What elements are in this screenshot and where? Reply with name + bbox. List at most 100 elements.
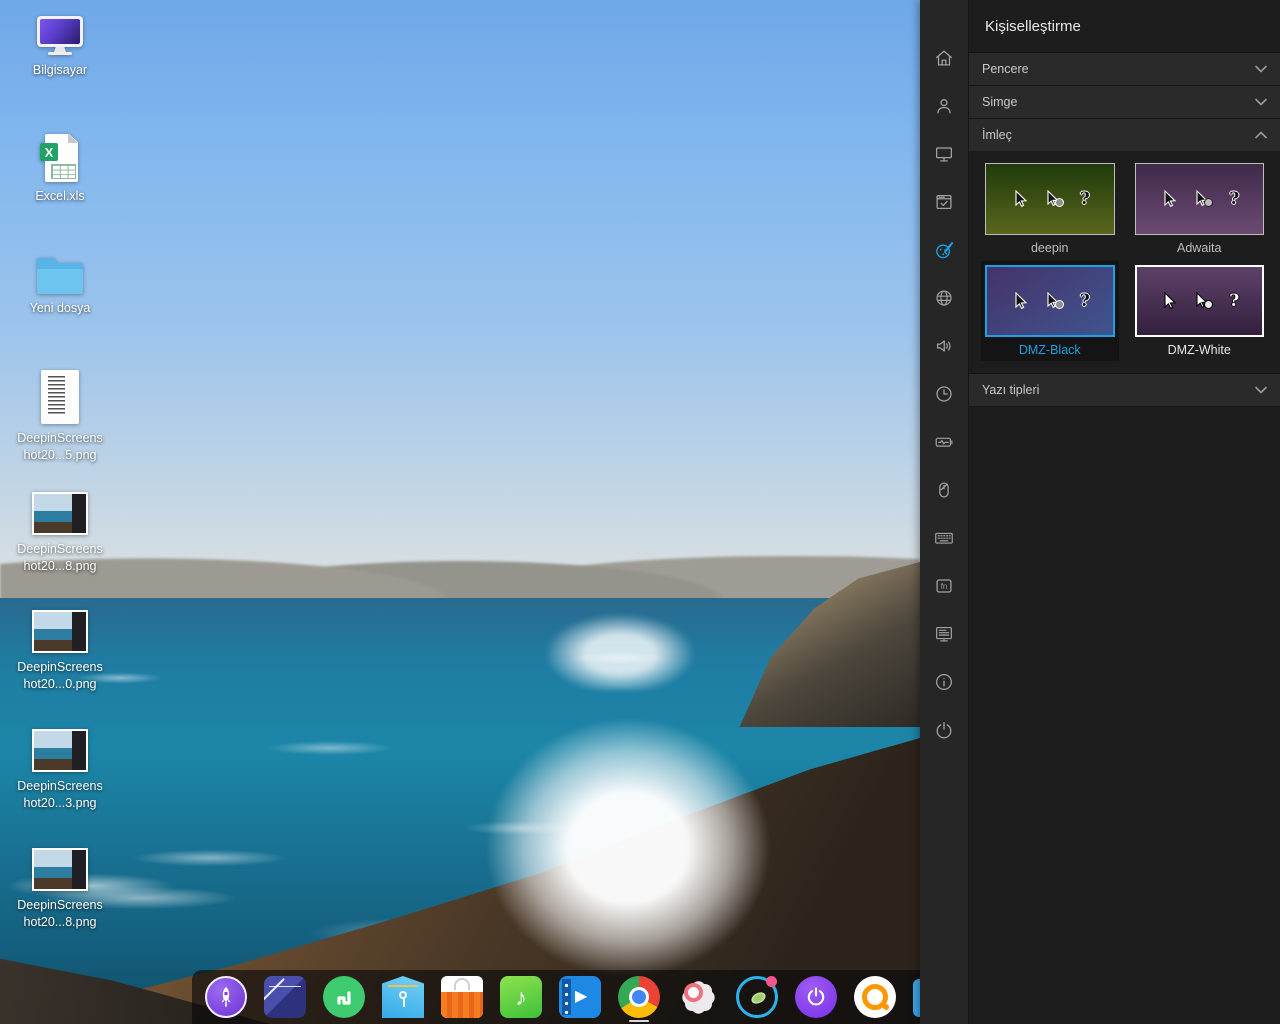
desktop-icon-excel[interactable]: X Excel.xls bbox=[0, 134, 120, 205]
chevron-down-icon bbox=[1255, 98, 1267, 106]
system-monitor-icon[interactable] bbox=[736, 976, 778, 1018]
mouse-icon bbox=[933, 479, 955, 501]
sidebar-item-shortcuts[interactable]: fn bbox=[920, 562, 968, 610]
wallpaper-hills bbox=[0, 556, 920, 600]
wallpaper-splash bbox=[430, 668, 790, 978]
cursor-busy-icon bbox=[1044, 189, 1066, 209]
section-icon[interactable]: Simge bbox=[969, 85, 1280, 118]
running-indicator bbox=[629, 1020, 649, 1023]
cursor-help-icon: ? bbox=[1080, 293, 1090, 310]
folder-icon bbox=[37, 258, 83, 294]
chevron-down-icon bbox=[1255, 65, 1267, 73]
cursor-theme-preview: ? bbox=[1135, 163, 1265, 235]
sidebar-item-network[interactable] bbox=[920, 274, 968, 322]
cursor-help-icon: ? bbox=[1080, 191, 1090, 208]
section-label: İmleç bbox=[982, 128, 1012, 142]
workspace-glyph bbox=[331, 984, 357, 1010]
desktop-icon-folder[interactable]: Yeni dosya bbox=[0, 258, 120, 317]
default-apps-icon bbox=[933, 191, 955, 213]
desktop-icon-label: DeepinScreens hot20...8.png bbox=[17, 897, 102, 930]
control-center-icon[interactable] bbox=[677, 976, 719, 1018]
excel-file-icon: X bbox=[40, 134, 80, 182]
chrome-icon[interactable] bbox=[618, 976, 660, 1018]
app-store-icon[interactable] bbox=[441, 976, 483, 1018]
terminal-icon[interactable] bbox=[264, 976, 306, 1018]
section-label: Pencere bbox=[982, 62, 1029, 76]
section-window[interactable]: Pencere bbox=[969, 52, 1280, 85]
globe-icon bbox=[933, 287, 955, 309]
power-glyph bbox=[804, 985, 828, 1009]
sidebar-item-display[interactable] bbox=[920, 130, 968, 178]
desktop-icon-screenshot-4[interactable]: DeepinScreens hot20...3.png bbox=[0, 729, 120, 811]
chevron-down-icon bbox=[1255, 386, 1267, 394]
cursor-busy-icon bbox=[1044, 291, 1066, 311]
section-fonts[interactable]: Yazı tipleri bbox=[969, 373, 1280, 407]
sidebar-item-sound[interactable] bbox=[920, 322, 968, 370]
desktop-icon-screenshot-3[interactable]: DeepinScreens hot20...0.png bbox=[0, 610, 120, 692]
palette-icon bbox=[933, 239, 955, 261]
sidebar-item-system-info[interactable] bbox=[920, 658, 968, 706]
file-manager-icon[interactable] bbox=[382, 976, 424, 1018]
sidebar-item-keyboard[interactable] bbox=[920, 514, 968, 562]
image-file-icon bbox=[41, 370, 79, 424]
cursor-help-icon: ? bbox=[1229, 191, 1239, 208]
cursor-theme-deepin[interactable]: ? deepin bbox=[981, 159, 1119, 259]
shutdown-icon[interactable] bbox=[795, 976, 837, 1018]
cursor-busy-icon bbox=[1193, 291, 1215, 311]
section-cursor[interactable]: İmleç bbox=[969, 118, 1280, 151]
user-icon bbox=[933, 95, 955, 117]
desktop-icon-label: Yeni dosya bbox=[30, 300, 91, 317]
sidebar-item-home[interactable] bbox=[920, 34, 968, 82]
desktop-icon-screenshot-1[interactable]: DeepinScreens hot20...5.png bbox=[0, 370, 120, 463]
wallpaper-sky bbox=[0, 0, 920, 600]
rocket-icon bbox=[214, 985, 238, 1009]
power-icon bbox=[933, 719, 955, 741]
desktop-icon-label: DeepinScreens hot20...3.png bbox=[17, 778, 102, 811]
cursor-theme-preview: ? bbox=[1135, 265, 1265, 337]
display-icon bbox=[933, 143, 955, 165]
desktop-icon-label: DeepinScreens hot20...8.png bbox=[17, 541, 102, 574]
desktop-icon-label: Excel.xls bbox=[35, 188, 84, 205]
movie-icon[interactable]: ▶ bbox=[559, 976, 601, 1018]
multitasking-view-icon[interactable] bbox=[323, 976, 365, 1018]
desktop-icon-label: DeepinScreens hot20...0.png bbox=[17, 659, 102, 692]
svg-text:fn: fn bbox=[941, 582, 948, 591]
screen-recorder-icon[interactable] bbox=[854, 976, 896, 1018]
section-label: Yazı tipleri bbox=[982, 383, 1039, 397]
cursor-arrow-icon bbox=[1159, 189, 1179, 209]
boot-menu-icon bbox=[933, 623, 955, 645]
image-file-icon bbox=[32, 492, 88, 535]
cursor-theme-name: DMZ-White bbox=[1135, 343, 1265, 357]
sidebar-item-mouse[interactable] bbox=[920, 466, 968, 514]
control-center-sidebar: fn bbox=[920, 0, 968, 1024]
cursor-theme-adwaita[interactable]: ? Adwaita bbox=[1131, 159, 1269, 259]
cursor-arrow-icon bbox=[1010, 189, 1030, 209]
desktop-icon-screenshot-2[interactable]: DeepinScreens hot20...8.png bbox=[0, 492, 120, 574]
sidebar-item-default-applications[interactable] bbox=[920, 178, 968, 226]
info-icon bbox=[933, 671, 955, 693]
desktop-icon-label: DeepinScreens hot20...5.png bbox=[17, 430, 102, 463]
desktop-icon-computer[interactable]: Bilgisayar bbox=[0, 16, 120, 79]
home-icon bbox=[933, 47, 955, 69]
clock-icon bbox=[933, 383, 955, 405]
music-icon[interactable]: ♪ bbox=[500, 976, 542, 1018]
control-center-content: Kişiselleştirme Pencere Simge İmleç bbox=[968, 0, 1280, 1024]
cursor-theme-grid: ? deepin ? Adwaita bbox=[969, 151, 1280, 373]
sidebar-item-shutdown[interactable] bbox=[920, 706, 968, 754]
cursor-arrow-icon bbox=[1010, 291, 1030, 311]
cursor-theme-name: deepin bbox=[985, 241, 1115, 255]
sidebar-item-boot-menu[interactable] bbox=[920, 610, 968, 658]
section-label: Simge bbox=[982, 95, 1017, 109]
desktop-icon-screenshot-5[interactable]: DeepinScreens hot20...8.png bbox=[0, 848, 120, 930]
cursor-theme-name: Adwaita bbox=[1135, 241, 1265, 255]
image-file-icon bbox=[32, 729, 88, 772]
sidebar-item-power[interactable] bbox=[920, 418, 968, 466]
sidebar-item-personalization[interactable] bbox=[920, 226, 968, 274]
cursor-help-icon: ? bbox=[1229, 293, 1239, 310]
launcher-icon[interactable] bbox=[205, 976, 247, 1018]
sidebar-item-datetime[interactable] bbox=[920, 370, 968, 418]
cursor-theme-dmz-black[interactable]: ? DMZ-Black bbox=[981, 261, 1119, 361]
speaker-icon bbox=[933, 335, 955, 357]
sidebar-item-accounts[interactable] bbox=[920, 82, 968, 130]
cursor-theme-dmz-white[interactable]: ? DMZ-White bbox=[1131, 261, 1269, 361]
